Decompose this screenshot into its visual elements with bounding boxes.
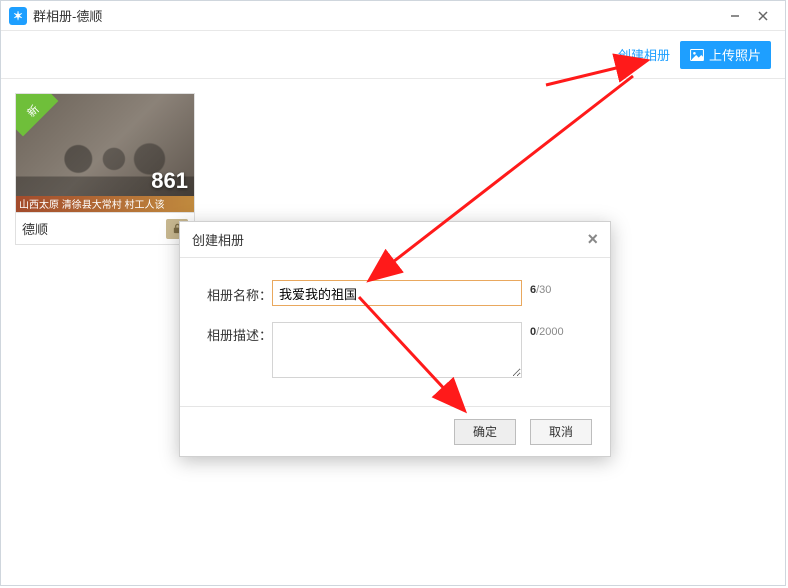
toolbar: 创建相册 上传照片 [1,31,785,79]
upload-photo-button[interactable]: 上传照片 [680,41,771,69]
upload-photo-label: 上传照片 [709,45,761,64]
dialog-close-button[interactable]: × [587,229,598,250]
album-card[interactable]: CMG 新 861 山西太原 清徐县大常村 村工人该 德顺 [15,93,195,245]
album-thumbnail: CMG 新 861 山西太原 清徐县大常村 村工人该 [15,93,195,213]
dialog-footer: 确定 取消 [180,406,610,456]
main-window: ✶ 群相册-德顺 创建相册 上传照片 CMG 新 861 [0,0,786,586]
dialog-header: 创建相册 × [180,222,610,258]
dialog-body: 相册名称： 6/30 相册描述： 0/2000 [180,258,610,406]
name-label: 相册名称： [202,282,272,304]
window-title: 群相册-德顺 [33,6,721,25]
cancel-button[interactable]: 取消 [530,419,592,445]
close-button[interactable] [749,1,777,31]
album-footer: 德顺 [15,213,195,245]
create-album-dialog: 创建相册 × 相册名称： 6/30 相册描述： 0/2000 确定 取消 [179,221,611,457]
window-controls [721,1,777,31]
album-desc-textarea[interactable] [272,322,522,378]
thumbnail-caption: 山西太原 清徐县大常村 村工人该 [16,196,194,212]
ok-button[interactable]: 确定 [454,419,516,445]
thumbnail-number: 861 [151,168,188,194]
app-logo-icon: ✶ [9,7,27,25]
name-row: 相册名称： 6/30 [202,280,588,306]
image-upload-icon [690,49,704,61]
album-name-input[interactable] [272,280,522,306]
titlebar: ✶ 群相册-德顺 [1,1,785,31]
create-album-link[interactable]: 创建相册 [618,45,670,64]
album-name: 德顺 [22,219,48,238]
name-counter: 6/30 [530,280,551,296]
desc-label: 相册描述： [202,322,272,344]
desc-row: 相册描述： 0/2000 [202,322,588,378]
desc-counter: 0/2000 [530,322,564,338]
dialog-title: 创建相册 [192,230,587,249]
minimize-button[interactable] [721,1,749,31]
